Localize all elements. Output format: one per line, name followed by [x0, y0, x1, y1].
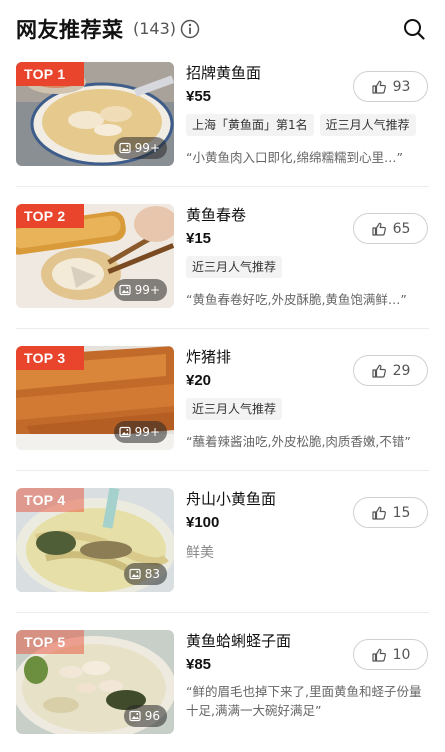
like-button[interactable]: 29 [353, 355, 428, 386]
dish-item[interactable]: TOP 5 96 黄鱼蛤蜊蛏子面 ¥85 “鲜的眉毛也掉下来了,里面黄鱼和蛏子份… [0, 626, 445, 752]
like-count: 10 [392, 646, 411, 663]
image-icon [119, 142, 131, 154]
thumbs-up-icon [371, 506, 386, 520]
dish-price: ¥15 [186, 230, 212, 247]
divider [16, 186, 429, 187]
like-count: 29 [392, 362, 411, 379]
tag-list: 近三月人气推荐 [186, 398, 283, 420]
rank-badge: TOP 5 [16, 630, 84, 654]
header: 网友推荐菜 (143) [0, 0, 445, 56]
divider [16, 328, 429, 329]
divider [16, 470, 429, 471]
dish-price: ¥85 [186, 656, 212, 673]
review-quote[interactable]: “鲜的眉毛也掉下来了,里面黄鱼和蛏子份量十足,满满一大碗好满足” [186, 682, 428, 720]
image-icon [129, 710, 141, 722]
thumbs-up-icon [371, 80, 386, 94]
like-button[interactable]: 10 [353, 639, 428, 670]
search-icon[interactable] [402, 17, 426, 41]
popular-tag: 近三月人气推荐 [186, 256, 283, 278]
photo-count: 99+ [134, 283, 160, 297]
rank-badge: TOP 3 [16, 346, 84, 370]
dish-photo[interactable]: TOP 1 99+ [16, 62, 174, 166]
dish-item[interactable]: TOP 2 99+ 黄鱼春卷 ¥15 近三月人气推荐 “黄鱼春卷好吃,外皮酥脆,… [0, 200, 445, 342]
dish-photo[interactable]: TOP 2 99+ [16, 204, 174, 308]
like-button[interactable]: 93 [353, 71, 428, 102]
dish-name[interactable]: 招牌黄鱼面 [186, 62, 261, 83]
rank-badge: TOP 2 [16, 204, 84, 228]
like-button[interactable]: 65 [353, 213, 428, 244]
dish-price: ¥100 [186, 514, 220, 531]
dish-price: ¥20 [186, 372, 212, 389]
rank-tag[interactable]: 上海「黄鱼面」第1名 [186, 114, 314, 136]
dish-name[interactable]: 黄鱼蛤蜊蛏子面 [186, 630, 291, 651]
dish-description: 鲜美 [186, 545, 214, 561]
dish-photo[interactable]: TOP 3 99+ [16, 346, 174, 450]
info-icon[interactable] [180, 19, 200, 39]
dish-name[interactable]: 炸猪排 [186, 346, 231, 367]
dish-name[interactable]: 黄鱼春卷 [186, 204, 246, 225]
recommend-count: (143) [133, 19, 177, 38]
dish-photo[interactable]: TOP 5 96 [16, 630, 174, 734]
popular-tag: 近三月人气推荐 [319, 114, 416, 136]
dish-item[interactable]: TOP 3 99+ 炸猪排 ¥20 近三月人气推荐 “蘸着辣酱油吃,外皮松脆,肉… [0, 342, 445, 484]
like-count: 65 [392, 220, 411, 237]
dish-name[interactable]: 舟山小黄鱼面 [186, 488, 276, 509]
image-icon [129, 568, 141, 580]
divider [16, 612, 429, 613]
photo-count-badge: 99+ [113, 279, 167, 301]
photo-count-badge: 96 [123, 705, 167, 727]
rank-badge: TOP 4 [16, 488, 84, 512]
photo-count: 83 [144, 567, 160, 581]
image-icon [119, 284, 131, 296]
page-title: 网友推荐菜 [16, 18, 124, 42]
review-quote[interactable]: “黄鱼春卷好吃,外皮酥脆,黄鱼饱满鲜…” [186, 290, 426, 309]
photo-count-badge: 99+ [113, 421, 167, 443]
dish-photo[interactable]: TOP 4 83 [16, 488, 174, 592]
thumbs-up-icon [371, 648, 386, 662]
thumbs-up-icon [371, 222, 386, 236]
photo-count: 99+ [134, 425, 160, 439]
like-count: 93 [392, 78, 411, 95]
dish-item[interactable]: TOP 4 83 舟山小黄鱼面 ¥100 鲜美 15 [0, 484, 445, 626]
tag-list: 近三月人气推荐 [186, 256, 283, 278]
rank-badge: TOP 1 [16, 62, 84, 86]
thumbs-up-icon [371, 364, 386, 378]
tag-list: 上海「黄鱼面」第1名 近三月人气推荐 [186, 114, 416, 136]
like-count: 15 [392, 504, 411, 521]
dish-item[interactable]: TOP 1 99+ 招牌黄鱼面 ¥55 上海「黄鱼面」第1名 近三月人气推荐 “… [0, 58, 445, 200]
dish-price: ¥55 [186, 88, 212, 105]
review-quote[interactable]: “蘸着辣酱油吃,外皮松脆,肉质香嫩,不错” [186, 432, 426, 451]
image-icon [119, 426, 131, 438]
photo-count: 99+ [134, 141, 160, 155]
photo-count-badge: 83 [123, 563, 167, 585]
photo-count-badge: 99+ [113, 137, 167, 159]
photo-count: 96 [144, 709, 160, 723]
review-quote[interactable]: “小黄鱼肉入口即化,绵绵糯糯到心里…” [186, 148, 426, 167]
popular-tag: 近三月人气推荐 [186, 398, 283, 420]
like-button[interactable]: 15 [353, 497, 428, 528]
